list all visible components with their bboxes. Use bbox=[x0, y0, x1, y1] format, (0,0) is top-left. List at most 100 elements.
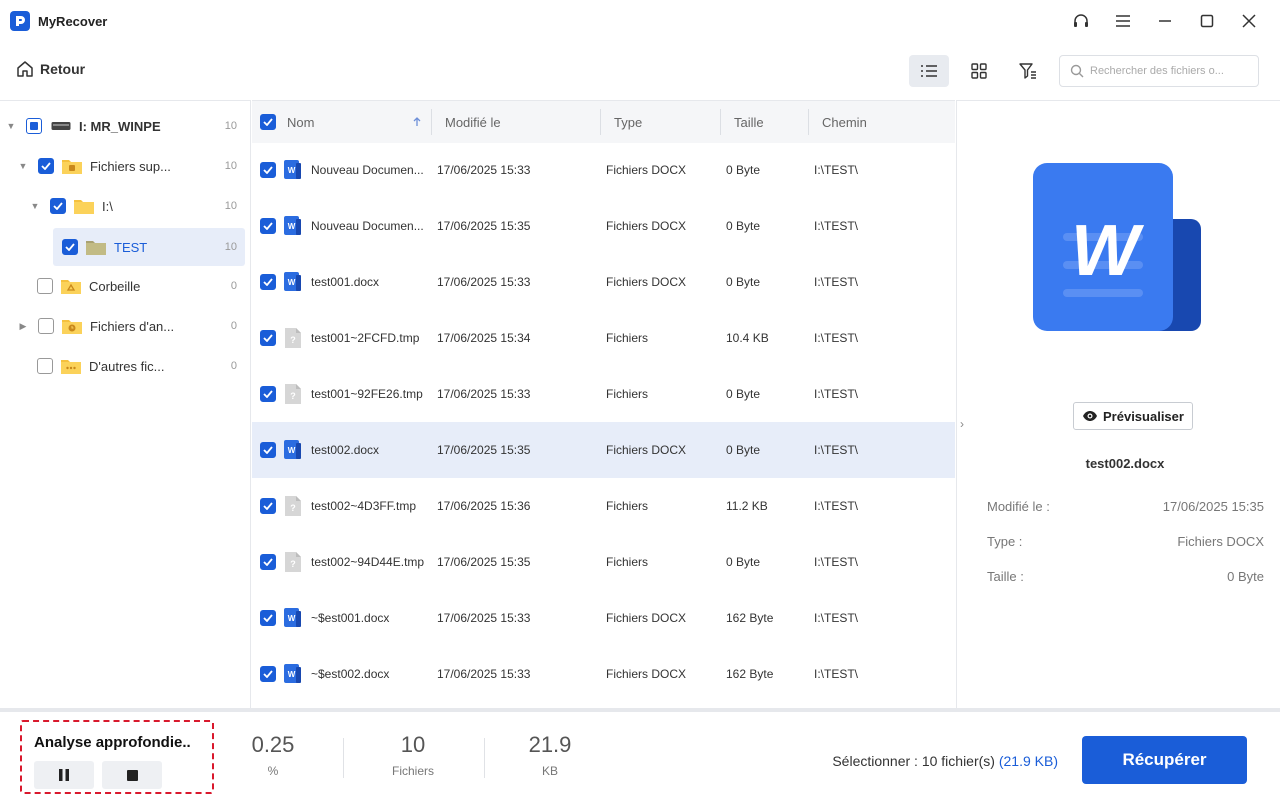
word-file-icon: W bbox=[284, 216, 301, 235]
word-file-icon: W bbox=[284, 440, 301, 459]
svg-text:W: W bbox=[288, 166, 296, 175]
row-checkbox[interactable] bbox=[260, 274, 276, 290]
table-row[interactable]: W ~$est002.docx 17/06/2025 15:33 Fichier… bbox=[252, 646, 955, 702]
type-value: Fichiers DOCX bbox=[1177, 534, 1264, 549]
search-input[interactable] bbox=[1090, 65, 1250, 77]
tree-item-test[interactable]: TEST 10 bbox=[53, 228, 245, 266]
file-path: I:\TEST\ bbox=[814, 443, 859, 457]
table-row[interactable]: W Nouveau Documen... 17/06/2025 15:35 Fi… bbox=[252, 198, 955, 254]
row-checkbox[interactable] bbox=[260, 610, 276, 626]
checkbox[interactable] bbox=[62, 239, 78, 255]
checkbox[interactable] bbox=[50, 198, 66, 214]
table-row[interactable]: W test001.docx 17/06/2025 15:33 Fichiers… bbox=[252, 254, 955, 310]
row-checkbox[interactable] bbox=[260, 218, 276, 234]
close-icon[interactable] bbox=[1228, 0, 1270, 42]
column-header-modified[interactable]: Modifié le bbox=[445, 101, 501, 143]
table-row[interactable]: W ~$est001.docx 17/06/2025 15:33 Fichier… bbox=[252, 590, 955, 646]
preview-button[interactable]: Prévisualiser bbox=[1073, 402, 1193, 430]
files-label: Fichiers bbox=[391, 764, 434, 778]
table-row-selected[interactable]: W test002.docx 17/06/2025 15:35 Fichiers… bbox=[252, 422, 955, 478]
grid-view-button[interactable] bbox=[959, 55, 999, 87]
tree-item-count: 10 bbox=[224, 120, 237, 132]
unknown-file-icon: ? bbox=[285, 496, 301, 516]
checkbox[interactable] bbox=[37, 278, 53, 294]
row-checkbox[interactable] bbox=[260, 162, 276, 178]
expand-arrow-icon[interactable]: ▼ bbox=[5, 121, 17, 131]
tree-item-label: Corbeille bbox=[89, 278, 141, 294]
files-stat: 10 Fichiers bbox=[358, 732, 468, 778]
support-headset-icon[interactable] bbox=[1060, 0, 1102, 42]
row-checkbox[interactable] bbox=[260, 666, 276, 682]
row-checkbox[interactable] bbox=[260, 386, 276, 402]
back-button[interactable]: Retour bbox=[16, 60, 85, 78]
tree-item-deleted-files[interactable]: ▼ Fichiers sup... 10 bbox=[0, 147, 245, 185]
row-checkbox[interactable] bbox=[260, 442, 276, 458]
folder-icon bbox=[86, 241, 106, 255]
file-type: Fichiers bbox=[606, 331, 649, 345]
size-value: 0 Byte bbox=[1227, 569, 1264, 584]
table-row[interactable]: ? test001~2FCFD.tmp 17/06/2025 15:34 Fic… bbox=[252, 310, 955, 366]
expand-arrow-icon[interactable]: ▶ bbox=[17, 321, 29, 332]
modified-value: 17/06/2025 15:35 bbox=[1162, 499, 1264, 514]
table-row[interactable]: ? test002~4D3FF.tmp 17/06/2025 15:36 Fic… bbox=[252, 478, 955, 534]
file-modified: 17/06/2025 15:33 bbox=[437, 667, 531, 681]
file-modified: 17/06/2025 15:35 bbox=[437, 219, 531, 233]
selection-text: Sélectionner : 10 fichier(s) bbox=[832, 753, 995, 769]
checkbox[interactable] bbox=[37, 358, 53, 374]
tree-item-other-files[interactable]: D'autres fic... 0 bbox=[0, 347, 245, 385]
table-row[interactable]: ? test001~92FE26.tmp 17/06/2025 15:33 Fi… bbox=[252, 366, 955, 422]
column-header-size[interactable]: Taille bbox=[734, 101, 764, 143]
tree-item-root-i[interactable]: ▼ I:\ 10 bbox=[0, 187, 245, 225]
expand-arrow-icon[interactable]: ▼ bbox=[29, 201, 41, 211]
tree-item-count: 10 bbox=[224, 160, 237, 172]
search-box[interactable] bbox=[1059, 55, 1259, 87]
expand-arrow-icon[interactable]: ▼ bbox=[17, 161, 29, 171]
file-name: Nouveau Documen... bbox=[311, 163, 424, 177]
maximize-icon[interactable] bbox=[1186, 0, 1228, 42]
search-icon bbox=[1070, 64, 1084, 78]
file-modified: 17/06/2025 15:33 bbox=[437, 163, 531, 177]
file-name: test001~2FCFD.tmp bbox=[311, 331, 420, 345]
table-header: Nom Modifié le Type Taille Chemin bbox=[252, 101, 955, 143]
checkbox[interactable] bbox=[38, 318, 54, 334]
word-file-icon: W bbox=[284, 160, 301, 179]
column-header-name[interactable]: Nom bbox=[287, 101, 427, 143]
list-view-button[interactable] bbox=[909, 55, 949, 87]
modified-label: Modifié le : bbox=[987, 499, 1050, 514]
svg-text:W: W bbox=[288, 222, 296, 231]
tree-item-history-files[interactable]: ▶ Fichiers d'an... 0 bbox=[0, 307, 245, 345]
collapse-panel-icon[interactable]: › bbox=[955, 417, 969, 431]
column-header-type[interactable]: Type bbox=[614, 101, 642, 143]
minimize-icon[interactable] bbox=[1144, 0, 1186, 42]
checkbox[interactable] bbox=[38, 158, 54, 174]
table-row[interactable]: W Nouveau Documen... 17/06/2025 15:33 Fi… bbox=[252, 142, 955, 198]
table-row[interactable]: ? test002~94D44E.tmp 17/06/2025 15:35 Fi… bbox=[252, 534, 955, 590]
file-size: 162 Byte bbox=[726, 667, 774, 681]
tree-item-label: TEST bbox=[114, 239, 148, 255]
tree-item-recycle-bin[interactable]: Corbeille 0 bbox=[0, 267, 245, 305]
unknown-file-icon: ? bbox=[285, 384, 301, 404]
filter-button[interactable] bbox=[1008, 55, 1048, 87]
checkbox[interactable] bbox=[26, 118, 42, 134]
file-name: test001.docx bbox=[311, 275, 380, 289]
word-file-icon: W bbox=[284, 272, 301, 291]
svg-text:?: ? bbox=[290, 503, 296, 513]
file-path: I:\TEST\ bbox=[814, 611, 859, 625]
row-checkbox[interactable] bbox=[260, 554, 276, 570]
unknown-file-icon: ? bbox=[285, 552, 301, 572]
menu-icon[interactable] bbox=[1102, 0, 1144, 42]
file-path: I:\TEST\ bbox=[814, 555, 859, 569]
preview-label: Prévisualiser bbox=[1103, 408, 1184, 424]
stop-button[interactable] bbox=[102, 761, 162, 789]
file-size: 0 Byte bbox=[726, 387, 761, 401]
tree-item-count: 0 bbox=[230, 280, 237, 292]
pause-button[interactable] bbox=[34, 761, 94, 789]
row-checkbox[interactable] bbox=[260, 330, 276, 346]
tree-item-drive[interactable]: ▼ I: MR_WINPE 10 bbox=[0, 107, 245, 145]
recover-button[interactable]: Récupérer bbox=[1082, 736, 1247, 784]
row-checkbox[interactable] bbox=[260, 498, 276, 514]
deleted-folder-icon bbox=[62, 160, 82, 174]
column-header-path[interactable]: Chemin bbox=[822, 101, 867, 143]
svg-text:W: W bbox=[288, 670, 296, 679]
select-all-checkbox[interactable] bbox=[260, 101, 276, 143]
